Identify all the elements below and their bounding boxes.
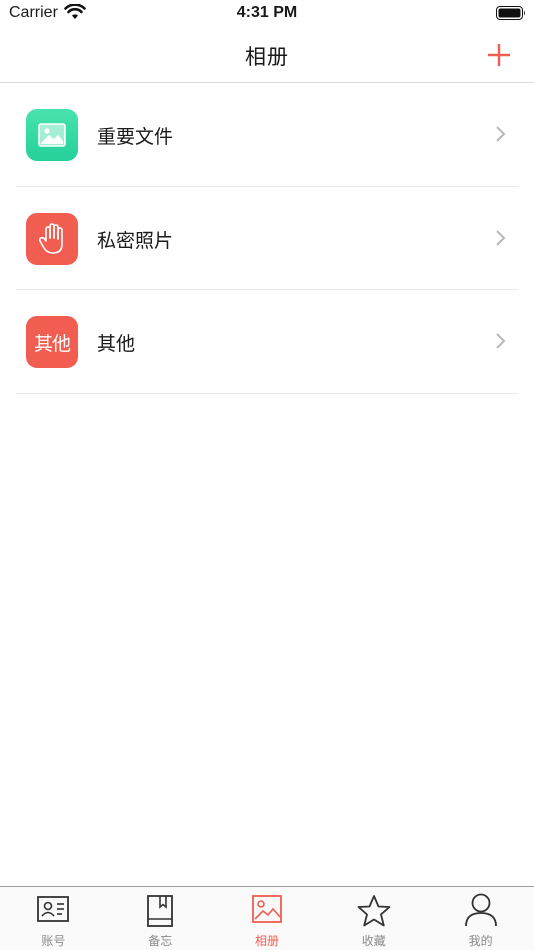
add-album-button[interactable] [484,40,514,70]
tab-label: 相册 [254,934,279,948]
tab-label: 账号 [41,934,66,948]
battery-icon [496,6,525,20]
navigation-bar: 相册 [0,28,534,83]
tab-label: 备忘 [148,934,173,948]
tab-label: 我的 [468,934,493,948]
tab-mine[interactable]: 我的 [427,887,534,950]
hand-icon [26,212,78,265]
tab-favorites[interactable]: 收藏 [320,887,427,950]
tab-album[interactable]: 相册 [214,887,321,950]
tab-label: 收藏 [361,934,386,948]
image-icon [252,895,282,923]
tab-account[interactable]: 账号 [0,887,107,950]
album-row-private-photos[interactable]: 私密照片 [0,187,534,291]
tab-memo[interactable]: 备忘 [107,887,214,950]
chevron-right-icon [496,126,506,142]
star-icon [357,895,391,927]
chevron-right-icon [496,229,506,246]
text-badge-icon: 其他 [26,316,78,368]
status-time: 4:31 PM [236,4,298,21]
tab-bar: 账号 备忘 相册 收藏 我的 [0,886,534,950]
album-label: 私密照片 [97,229,174,252]
status-bar: Carrier 4:31 PM [0,0,534,28]
user-icon [464,893,497,927]
page-title: 相册 [245,45,289,69]
album-row-important-files[interactable]: 重要文件 [0,83,534,187]
bookmark-book-icon [147,895,174,927]
id-card-icon [37,896,70,922]
album-list: 重要文件 私密照片 其他 其他 [0,83,534,394]
album-label: 重要文件 [97,126,174,148]
album-row-other[interactable]: 其他 其他 [0,290,534,394]
chevron-right-icon [496,333,506,349]
image-icon [26,109,78,161]
album-label: 其他 [97,333,136,355]
icon-badge-text: 其他 [33,332,71,355]
